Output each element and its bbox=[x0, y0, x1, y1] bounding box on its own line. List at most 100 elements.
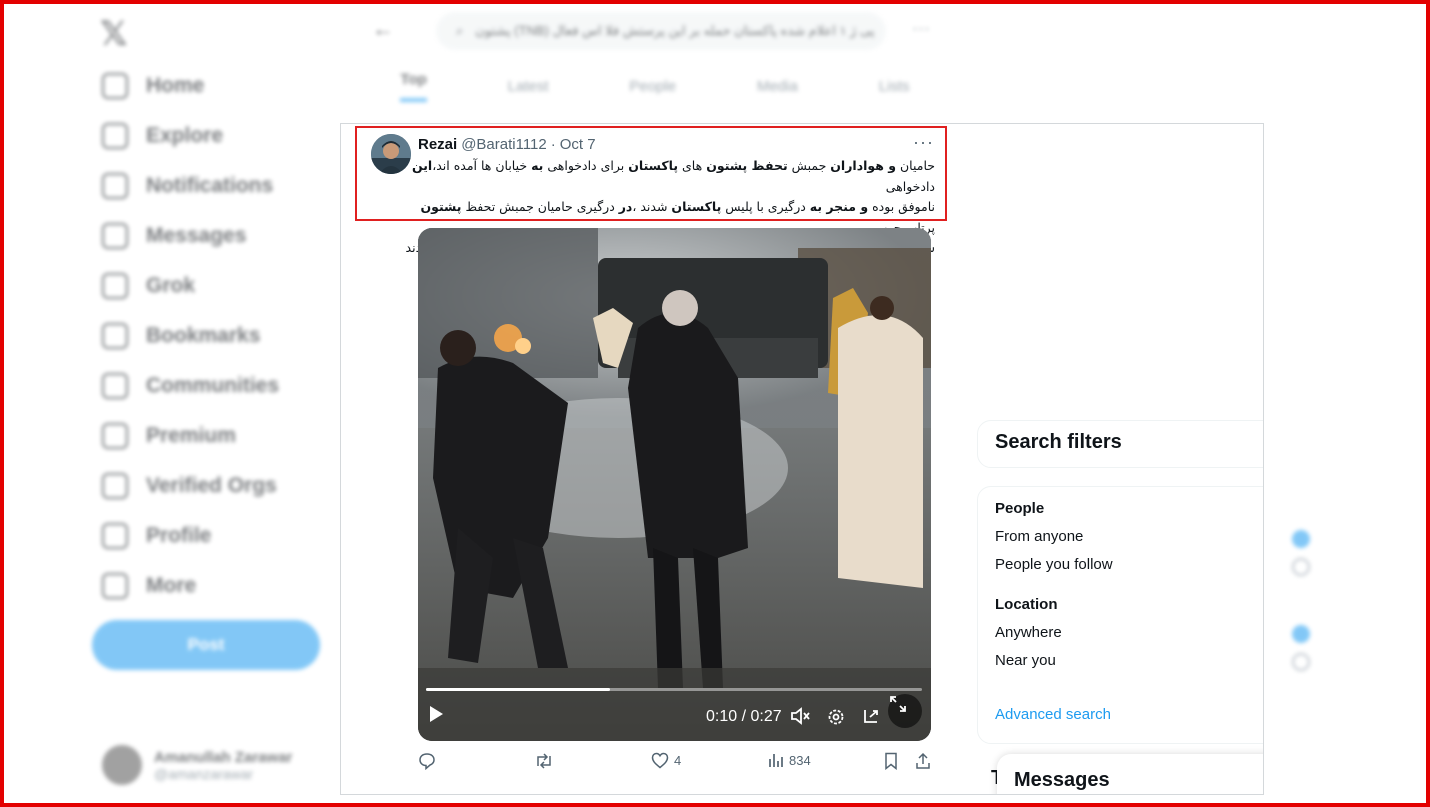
reply-button[interactable] bbox=[418, 752, 441, 770]
more-options-icon[interactable]: ··· bbox=[913, 132, 934, 153]
radio-near-you[interactable] bbox=[1292, 653, 1310, 671]
bar-chart-icon bbox=[769, 754, 783, 767]
sidebar-item-profile[interactable]: Profile bbox=[102, 516, 211, 556]
sidebar-item-messages[interactable]: Messages bbox=[102, 216, 246, 256]
video-frame bbox=[418, 228, 931, 741]
sidebar-item-label: Bookmarks bbox=[146, 324, 261, 347]
sidebar-item-grok[interactable]: Grok bbox=[102, 266, 195, 306]
search-filters-title: Search filters bbox=[995, 431, 1122, 453]
author-name[interactable]: Rezai bbox=[418, 136, 457, 153]
sidebar-item-home[interactable]: Home bbox=[102, 66, 204, 106]
sidebar-item-communities[interactable]: Communities bbox=[102, 366, 279, 406]
author-handle[interactable]: @Barati1112 bbox=[461, 136, 547, 153]
tweet-text-run: برای دادخواهی bbox=[543, 158, 629, 173]
tweet-text-run: این bbox=[411, 158, 433, 173]
messages-title[interactable]: Messages bbox=[1014, 769, 1110, 792]
tab-media[interactable]: Media bbox=[757, 78, 798, 95]
people-icon bbox=[102, 373, 128, 399]
video-controls: 0:10 / 0:27 bbox=[418, 698, 931, 738]
sidebar-item-notifications[interactable]: Notifications bbox=[102, 166, 273, 206]
tweet-text-run: پاکستان bbox=[628, 158, 679, 173]
sidebar-item-premium[interactable]: Premium bbox=[102, 416, 236, 456]
person-icon bbox=[102, 523, 128, 549]
option-near-you[interactable]: Near you bbox=[995, 652, 1056, 669]
sidebar-item-bookmarks[interactable]: Bookmarks bbox=[102, 316, 260, 356]
sidebar-item-label: Messages bbox=[146, 224, 247, 247]
tab-people[interactable]: People bbox=[629, 78, 676, 95]
tab-latest[interactable]: Latest bbox=[508, 78, 549, 95]
tweet-text-run: درگیری حامیان جمبش تحفظ bbox=[461, 199, 619, 214]
home-icon bbox=[102, 73, 128, 99]
tweet-text-run: ناموفق بوده bbox=[868, 199, 935, 214]
more-circle-icon bbox=[102, 573, 128, 599]
tweet-text-run: دادخواهی bbox=[885, 178, 935, 194]
back-arrow-icon[interactable]: ← bbox=[372, 16, 394, 42]
like-button[interactable]: 4 bbox=[651, 752, 681, 769]
more-icon[interactable]: ··· bbox=[912, 18, 930, 39]
location-heading: Location bbox=[995, 596, 1058, 613]
tweet-date[interactable]: Oct 7 bbox=[560, 136, 596, 153]
radio-anywhere[interactable] bbox=[1292, 625, 1310, 643]
option-anywhere[interactable]: Anywhere bbox=[995, 624, 1062, 641]
radio-people-you-follow[interactable] bbox=[1292, 558, 1310, 576]
sidebar-item-verified-orgs[interactable]: Verified Orgs bbox=[102, 466, 277, 506]
fullscreen-icon[interactable] bbox=[888, 694, 922, 728]
tweet-text-run: حامیان bbox=[896, 158, 935, 173]
tweet-text-run: به bbox=[531, 158, 544, 173]
video-progress-fill bbox=[426, 688, 610, 691]
video-progress-bar[interactable] bbox=[426, 688, 922, 691]
heart-icon bbox=[651, 752, 669, 769]
sidebar-item-label: Profile bbox=[146, 524, 212, 547]
bookmark-icon bbox=[102, 323, 128, 349]
sidebar-item-label: Verified Orgs bbox=[146, 474, 277, 497]
account-switcher[interactable]: Amanullah Zarawar @amanzarawar bbox=[102, 745, 292, 785]
account-handle: @amanzarawar bbox=[154, 765, 254, 782]
tweet-screenshot-panel: Rezai @Barati1112 · Oct 7 ··· حامیان و ه… bbox=[340, 123, 1264, 795]
time-separator: / bbox=[741, 708, 747, 725]
views-count: 834 bbox=[789, 752, 811, 768]
people-heading: People bbox=[995, 500, 1045, 517]
search-icon bbox=[102, 123, 128, 149]
lightning-icon bbox=[102, 473, 128, 499]
sidebar-item-label: Explore bbox=[146, 124, 224, 147]
time-current: 0:10 bbox=[706, 708, 738, 725]
tweet-text-line: حامیان و هواداران جمبش تحفظ پشتون های پا… bbox=[401, 156, 935, 197]
radio-from-anyone[interactable] bbox=[1292, 530, 1310, 548]
separator-dot: · bbox=[550, 136, 556, 153]
tweet-text-run: پشتون bbox=[420, 199, 462, 214]
option-people-you-follow[interactable]: People you follow bbox=[995, 556, 1113, 573]
sidebar-item-explore[interactable]: Explore bbox=[102, 116, 223, 156]
tweet-text-run: خیابان ها آمده اند، bbox=[432, 158, 532, 173]
video-time: 0:10 / 0:27 bbox=[706, 708, 782, 726]
play-icon[interactable] bbox=[430, 706, 443, 722]
tab-top[interactable]: Top bbox=[400, 71, 427, 102]
sidebar-item-label: Communities bbox=[146, 374, 280, 397]
retweet-button[interactable] bbox=[534, 752, 559, 770]
bookmark-button[interactable] bbox=[884, 752, 898, 770]
post-button[interactable]: Post bbox=[92, 620, 320, 670]
advanced-search-link[interactable]: Advanced search bbox=[995, 706, 1111, 723]
option-from-anyone[interactable]: From anyone bbox=[995, 528, 1083, 545]
sidebar-item-label: Grok bbox=[146, 274, 196, 297]
video-player[interactable]: 0:10 / 0:27 bbox=[418, 228, 931, 741]
tweet-header: Rezai @Barati1112 · Oct 7 bbox=[418, 136, 596, 153]
tweet-text-run: های bbox=[678, 158, 707, 173]
x-logo-icon[interactable]: 𝕏 bbox=[100, 14, 127, 54]
tab-lists[interactable]: Lists bbox=[879, 78, 910, 95]
bookmark-icon bbox=[885, 752, 897, 770]
sidebar-item-more[interactable]: More bbox=[102, 566, 196, 606]
share-button[interactable] bbox=[915, 752, 931, 770]
views-button[interactable]: 834 bbox=[768, 752, 811, 768]
search-tabs: Top Latest People Media Lists bbox=[360, 60, 950, 112]
search-input[interactable]: ⌕ پی ژ ۱ اعلام شده پاکستان حمله بر این پ… bbox=[436, 12, 886, 50]
tweet-text-run: در bbox=[618, 199, 633, 214]
mail-icon bbox=[102, 223, 128, 249]
bell-icon bbox=[102, 173, 128, 199]
sidebar-item-label: Notifications bbox=[146, 174, 274, 197]
reply-icon bbox=[419, 753, 435, 770]
share-icon bbox=[916, 752, 930, 769]
search-icon: ⌕ bbox=[456, 23, 464, 38]
tweet-text-run: و منجر به bbox=[809, 199, 869, 214]
time-total: 0:27 bbox=[750, 708, 782, 725]
tweet-text-run: پاکستان bbox=[671, 199, 722, 214]
